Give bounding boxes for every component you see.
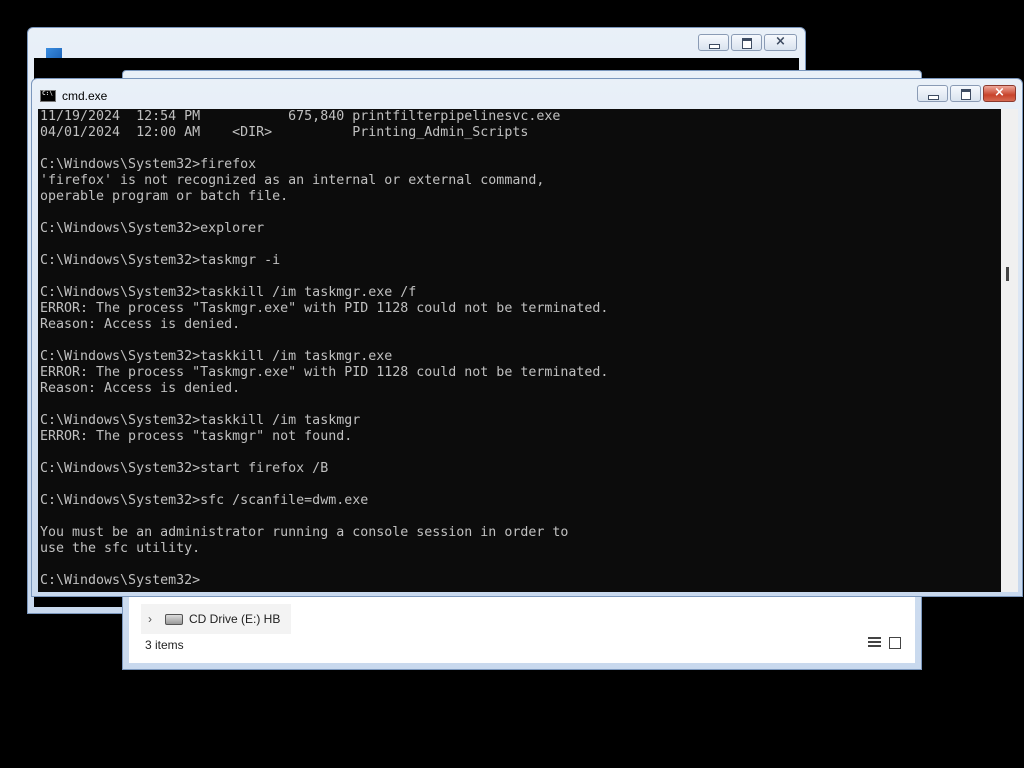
console-line: C:\Windows\System32>explorer bbox=[40, 221, 265, 236]
vertical-scrollbar[interactable] bbox=[1001, 109, 1018, 592]
cmd-window[interactable]: cmd.exe × 11/19/2024 12:54 PM 675,840 pr… bbox=[31, 78, 1023, 597]
large-icons-view-icon[interactable] bbox=[889, 637, 901, 649]
console-line: Reason: Access is denied. bbox=[40, 317, 241, 332]
window-title: cmd.exe bbox=[62, 89, 108, 103]
console-text[interactable]: 11/19/2024 12:54 PM 675,840 printfilterp… bbox=[38, 109, 1001, 589]
console-line: ERROR: The process "Taskmgr.exe" with PI… bbox=[40, 301, 609, 316]
console-line: 'firefox' is not recognized as an intern… bbox=[40, 173, 545, 188]
close-icon: × bbox=[775, 34, 786, 49]
console-line: 11/19/2024 12:54 PM 675,840 printfilterp… bbox=[40, 109, 561, 124]
close-icon: × bbox=[994, 85, 1005, 100]
console-line: Reason: Access is denied. bbox=[40, 381, 241, 396]
caption-buttons: × bbox=[917, 85, 1016, 102]
console-line: operable program or batch file. bbox=[40, 189, 289, 204]
maximize-button[interactable] bbox=[950, 85, 981, 102]
cd-drive-icon bbox=[165, 613, 183, 625]
minimize-button[interactable] bbox=[917, 85, 948, 102]
minimize-icon bbox=[928, 95, 939, 100]
details-view-icon[interactable] bbox=[868, 637, 881, 649]
view-toggle bbox=[868, 637, 901, 649]
item-count: 3 items bbox=[145, 638, 184, 652]
console-line: C:\Windows\System32>sfc /scanfile=dwm.ex… bbox=[40, 493, 369, 508]
chevron-right-icon[interactable]: › bbox=[141, 612, 159, 626]
console-line: C:\Windows\System32>start firefox /B bbox=[40, 461, 329, 476]
console-output[interactable]: 11/19/2024 12:54 PM 675,840 printfilterp… bbox=[38, 109, 1001, 592]
console-line: You must be an administrator running a c… bbox=[40, 525, 569, 540]
console-line: 04/01/2024 12:00 AM <DIR> Printing_Admin… bbox=[40, 125, 529, 140]
console-line: C:\Windows\System32>taskmgr -i bbox=[40, 253, 281, 268]
close-button[interactable]: × bbox=[983, 85, 1016, 102]
background-minimize-button[interactable] bbox=[698, 34, 729, 51]
background-close-button[interactable]: × bbox=[764, 34, 797, 51]
console-line: C:\Windows\System32>taskkill /im taskmgr… bbox=[40, 349, 393, 364]
console-line: C:\Windows\System32>taskkill /im taskmgr bbox=[40, 413, 361, 428]
console-line: ERROR: The process "taskmgr" not found. bbox=[40, 429, 353, 444]
console-line: C:\Windows\System32> bbox=[40, 573, 201, 588]
nav-item-label: CD Drive (E:) HB bbox=[189, 612, 281, 626]
background-window-caption-buttons: × bbox=[698, 34, 797, 51]
console-line: ERROR: The process "Taskmgr.exe" with PI… bbox=[40, 365, 609, 380]
status-bar: 3 items bbox=[129, 627, 915, 663]
scrollbar-thumb[interactable] bbox=[1006, 267, 1009, 281]
console-line: C:\Windows\System32>firefox bbox=[40, 157, 257, 172]
cmd-icon bbox=[40, 90, 56, 102]
minimize-icon bbox=[709, 44, 720, 49]
maximize-icon bbox=[742, 38, 752, 49]
background-maximize-button[interactable] bbox=[731, 34, 762, 51]
console-line: C:\Windows\System32>taskkill /im taskmgr… bbox=[40, 285, 417, 300]
title-bar[interactable]: cmd.exe bbox=[40, 89, 107, 103]
console-line: use the sfc utility. bbox=[40, 541, 201, 556]
maximize-icon bbox=[961, 89, 971, 100]
